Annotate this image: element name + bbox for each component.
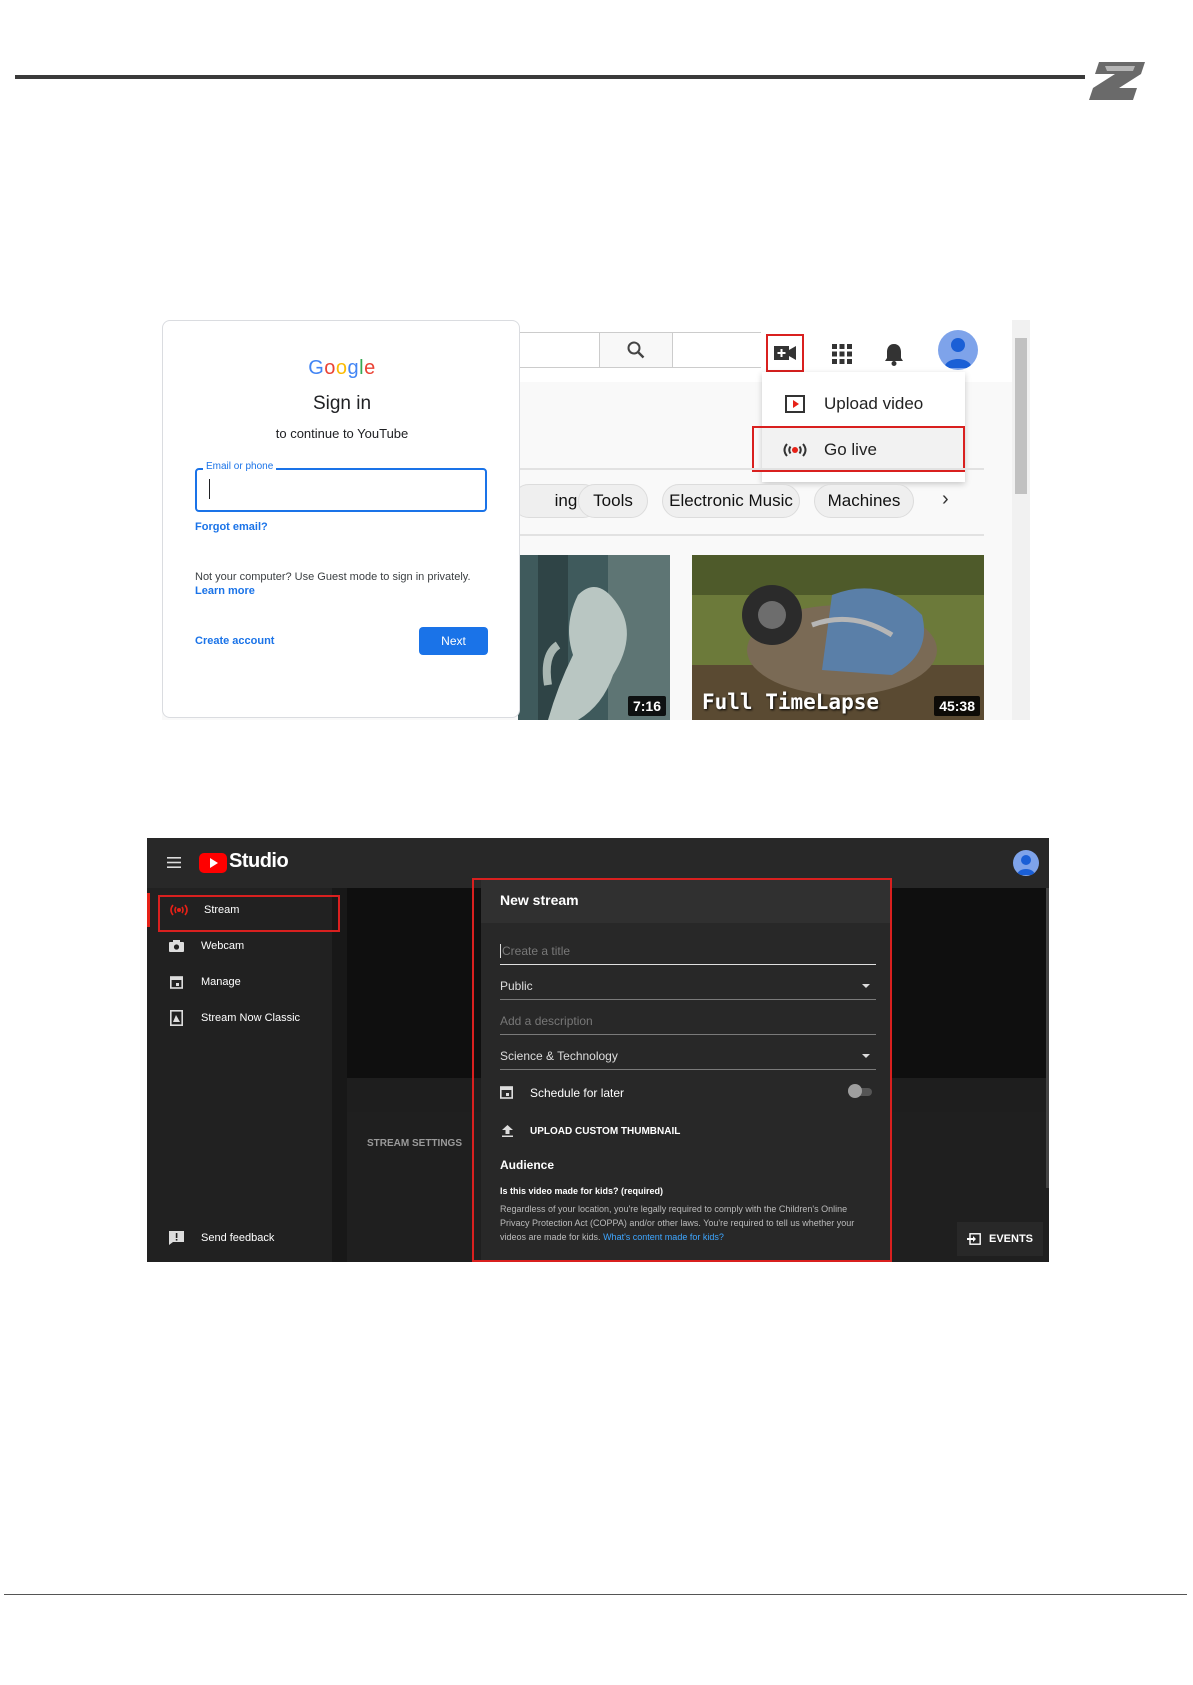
- scrollbar[interactable]: [1046, 888, 1049, 1188]
- chip-electronic-music[interactable]: Electronic Music: [662, 484, 800, 518]
- video-thumbnail[interactable]: 7:16: [518, 555, 670, 720]
- chip-tools[interactable]: Tools: [578, 484, 648, 518]
- events-button[interactable]: EVENTS: [957, 1222, 1043, 1256]
- guest-mode-text: Not your computer? Use Guest mode to sig…: [195, 571, 471, 583]
- scrollbar-thumb[interactable]: [1015, 338, 1027, 494]
- brand-logo: [1089, 62, 1145, 100]
- chip-label: Machines: [827, 491, 901, 510]
- user-icon: [1017, 855, 1035, 875]
- create-account-link[interactable]: Create account: [195, 635, 274, 647]
- studio-sidebar: Stream Webcam Manage Stream Now Classic …: [147, 888, 332, 1262]
- chip-machines[interactable]: Machines: [814, 484, 914, 518]
- stream-settings-label[interactable]: STREAM SETTINGS: [367, 1138, 462, 1149]
- hamburger-menu-icon[interactable]: [167, 857, 181, 868]
- calendar-icon: [165, 975, 187, 989]
- chip-label: Electronic Music: [669, 491, 793, 510]
- search-icon: [627, 341, 645, 359]
- avatar[interactable]: [1013, 850, 1039, 876]
- feedback-icon: [165, 1231, 187, 1245]
- avatar[interactable]: [938, 330, 978, 370]
- video-duration: 45:38: [934, 696, 980, 716]
- chip-label: Tools: [593, 491, 633, 510]
- sidebar-item-webcam[interactable]: Webcam: [147, 929, 332, 963]
- sidebar-item-stream-now-classic[interactable]: Stream Now Classic: [147, 1001, 332, 1035]
- sidebar-item-label: Send feedback: [201, 1232, 275, 1244]
- email-field-label: Email or phone: [203, 461, 277, 472]
- youtube-screenshot: Upload video Go live ing Tools Electroni…: [162, 320, 1030, 720]
- apps-grid-icon: [832, 344, 852, 364]
- user-icon: [944, 338, 972, 368]
- bell-icon: [885, 344, 903, 366]
- footer-rule: [4, 1594, 1187, 1595]
- forgot-email-link[interactable]: Forgot email?: [195, 521, 268, 533]
- youtube-logo-icon[interactable]: [199, 853, 227, 873]
- chevron-right-icon[interactable]: ›: [942, 488, 949, 511]
- sidebar-item-manage[interactable]: Manage: [147, 965, 332, 999]
- stream-highlight: [158, 895, 340, 932]
- sidebar-item-label: Stream Now Classic: [201, 1012, 301, 1024]
- guest-mode-note: Not your computer? Use Guest mode to sig…: [195, 571, 495, 597]
- camera-icon: [165, 940, 187, 952]
- sidebar-item-label: Manage: [201, 976, 241, 988]
- email-field[interactable]: [195, 468, 487, 512]
- video-thumbnail[interactable]: Full TimeLapse 45:38: [692, 555, 984, 720]
- learn-more-link[interactable]: Learn more: [195, 585, 495, 597]
- new-stream-highlight: [472, 878, 892, 1262]
- notifications-button[interactable]: [878, 338, 910, 370]
- signin-title: Sign in: [312, 393, 372, 414]
- studio-brand: Studio: [229, 850, 289, 872]
- sidebar-item-label: Webcam: [201, 940, 245, 952]
- upload-video-icon: [780, 395, 810, 413]
- menu-item-upload-video[interactable]: Upload video: [762, 382, 965, 426]
- google-logo: Google: [308, 357, 376, 379]
- video-plus-icon: [774, 346, 796, 360]
- events-icon: [966, 1233, 981, 1245]
- text-caret: [209, 479, 210, 499]
- events-label: EVENTS: [988, 1233, 1033, 1245]
- signin-subtitle: to continue to YouTube: [275, 426, 409, 441]
- search-button[interactable]: [599, 332, 673, 368]
- chip-label: ing: [554, 491, 578, 510]
- send-feedback-button[interactable]: Send feedback: [147, 1221, 332, 1255]
- go-live-highlight: [752, 426, 965, 472]
- menu-item-label: Upload video: [824, 394, 924, 413]
- studio-screenshot: Studio Stream Webcam Manage Stream Now C…: [147, 838, 1049, 1262]
- apps-button[interactable]: [826, 338, 858, 370]
- video-duration: 7:16: [627, 696, 666, 716]
- google-signin-card: Google Sign in to continue to YouTube Em…: [162, 320, 520, 718]
- video-title-overlay: Full TimeLapse: [702, 690, 880, 714]
- classic-icon: [165, 1010, 187, 1026]
- next-button[interactable]: Next: [419, 627, 488, 655]
- header-rule: [15, 75, 1085, 79]
- create-video-button[interactable]: [766, 334, 804, 372]
